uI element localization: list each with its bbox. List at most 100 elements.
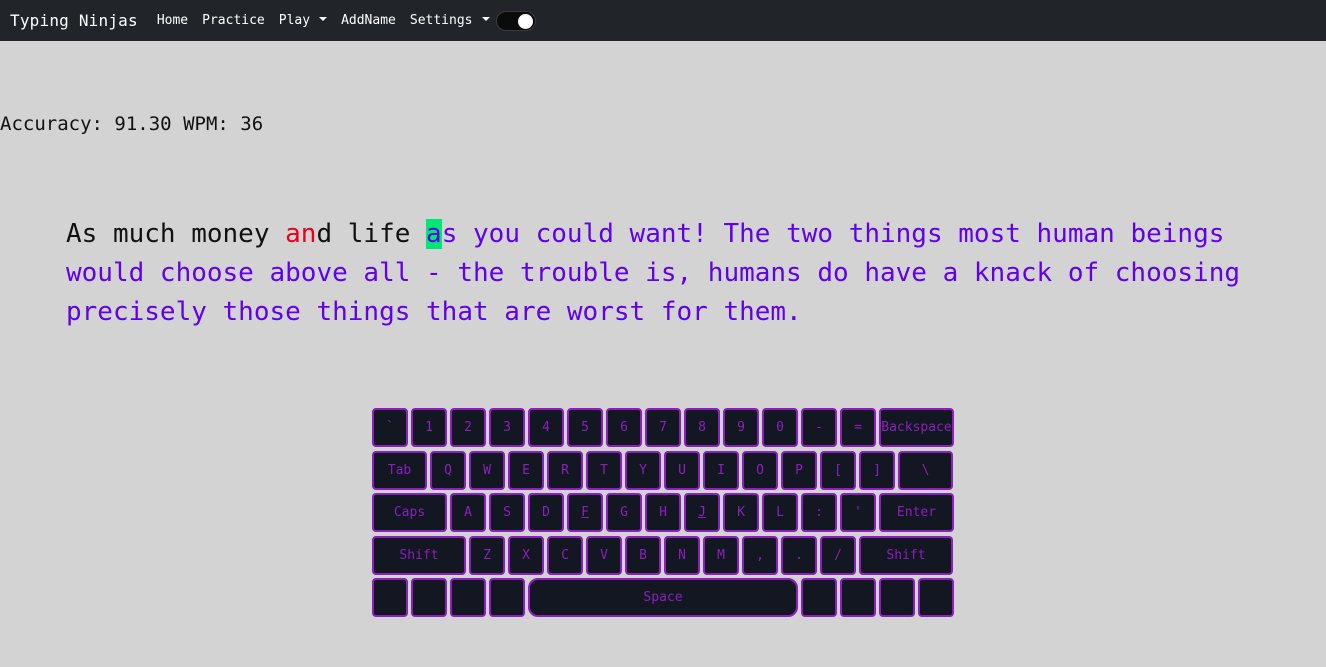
key-comma[interactable]: ,: [742, 535, 778, 575]
key-label: G: [620, 505, 628, 520]
key-left-bracket[interactable]: [: [820, 450, 856, 490]
key-label: F: [581, 505, 589, 520]
key-j[interactable]: J: [684, 493, 720, 532]
key-o[interactable]: O: [742, 450, 778, 490]
key-blank[interactable]: [918, 578, 954, 617]
typing-passage[interactable]: As much money and life as you could want…: [66, 215, 1266, 332]
key-period[interactable]: .: [781, 535, 817, 575]
key-s[interactable]: S: [489, 493, 525, 532]
key-blank[interactable]: [840, 578, 876, 617]
key-e[interactable]: E: [508, 450, 544, 490]
chevron-down-icon: [481, 16, 490, 21]
key-1[interactable]: 1: [411, 408, 447, 447]
key-w[interactable]: W: [469, 450, 505, 490]
key-v[interactable]: V: [586, 535, 622, 575]
key-p[interactable]: P: [781, 450, 817, 490]
key-label: N: [678, 547, 686, 563]
nav-settings-label: Settings: [409, 13, 473, 28]
key-label: S: [503, 505, 511, 520]
key-i[interactable]: I: [703, 450, 739, 490]
brand-logo[interactable]: Typing Ninjas: [10, 11, 138, 30]
key-8[interactable]: 8: [684, 408, 720, 447]
typed-text: As much money: [66, 219, 286, 249]
key-label: `: [386, 420, 394, 435]
key-c[interactable]: C: [547, 535, 583, 575]
key-d[interactable]: D: [528, 493, 564, 532]
key-label: Caps: [393, 505, 426, 520]
virtual-keyboard: ` 1 2 3 4 5 6 7 8 9 0- = Backspace Tab Q W E R T Y U I O P[] \ …: [372, 408, 954, 621]
key-slash[interactable]: /: [820, 535, 856, 575]
key-blank[interactable]: [450, 578, 486, 617]
key-u[interactable]: U: [664, 450, 700, 490]
key-minus[interactable]: -: [801, 408, 837, 447]
key-blank[interactable]: [879, 578, 915, 617]
key-a[interactable]: A: [450, 493, 486, 532]
nav-addname-link[interactable]: AddName: [341, 13, 396, 28]
keyboard-row-3: Caps A S D F G H J K L: ' Enter: [372, 493, 954, 532]
key-b[interactable]: B: [625, 535, 661, 575]
key-blank[interactable]: [489, 578, 525, 617]
key-x[interactable]: X: [508, 535, 544, 575]
wpm-value: 36: [240, 113, 264, 135]
keyboard-row-2: Tab Q W E R T Y U I O P [] \: [372, 450, 954, 490]
key-label: 5: [581, 420, 589, 435]
key-label: Shift: [399, 547, 439, 563]
nav-settings-dropdown[interactable]: Settings: [410, 13, 490, 28]
typed-text-continued: d life: [316, 219, 427, 249]
key-label: Y: [639, 462, 647, 478]
key-5[interactable]: 5: [567, 408, 603, 447]
key-space[interactable]: Space: [528, 578, 798, 617]
key-m[interactable]: M: [703, 535, 739, 575]
key-f[interactable]: F: [567, 493, 603, 532]
key-n[interactable]: N: [664, 535, 700, 575]
key-caps[interactable]: Caps: [372, 493, 447, 532]
key-z[interactable]: Z: [469, 535, 505, 575]
key-l[interactable]: L: [762, 493, 798, 532]
key-label: .: [795, 547, 803, 563]
nav-home-link[interactable]: Home: [157, 13, 188, 28]
key-shift[interactable]: Shift: [859, 535, 953, 575]
keyboard-row-4: Shift Z X C V B N M,. / Shift: [372, 535, 954, 575]
key-label: Z: [483, 547, 491, 563]
key-3[interactable]: 3: [489, 408, 525, 447]
key-4[interactable]: 4: [528, 408, 564, 447]
key-t[interactable]: T: [586, 450, 622, 490]
key-6[interactable]: 6: [606, 408, 642, 447]
key-0[interactable]: 0: [762, 408, 798, 447]
nav-practice-link[interactable]: Practice: [202, 13, 265, 28]
key-label: V: [600, 547, 608, 563]
theme-toggle[interactable]: [495, 10, 536, 31]
key-blank[interactable]: [411, 578, 447, 617]
key-h[interactable]: H: [645, 493, 681, 532]
key-label: [: [834, 462, 842, 478]
key-blank[interactable]: [801, 578, 837, 617]
key-backspace[interactable]: Backspace: [879, 408, 954, 447]
key-enter[interactable]: Enter: [879, 493, 954, 532]
accuracy-value: 91.30: [114, 113, 172, 135]
key-quote[interactable]: ': [840, 493, 876, 532]
keyboard-row-5: Space: [372, 578, 954, 617]
error-text: an: [285, 219, 317, 249]
key-label: 1: [425, 420, 433, 435]
key-label: 0: [776, 420, 784, 435]
key-tab[interactable]: Tab: [372, 450, 427, 490]
key-colon[interactable]: :: [801, 493, 837, 532]
key-g[interactable]: G: [606, 493, 642, 532]
key-shift[interactable]: Shift: [372, 535, 466, 575]
key-7[interactable]: 7: [645, 408, 681, 447]
key-y[interactable]: Y: [625, 450, 661, 490]
key-r[interactable]: R: [547, 450, 583, 490]
key-2[interactable]: 2: [450, 408, 486, 447]
key-equals[interactable]: =: [840, 408, 876, 447]
key-k[interactable]: K: [723, 493, 759, 532]
key-blank[interactable]: [372, 578, 408, 617]
key-q[interactable]: Q: [430, 450, 466, 490]
navbar: Typing Ninjas Home Practice Play AddName…: [0, 0, 1326, 41]
wpm-label: WPM:: [183, 113, 229, 135]
key-label: O: [756, 462, 764, 478]
key-right-bracket[interactable]: ]: [859, 450, 895, 490]
key-backtick[interactable]: `: [372, 408, 408, 447]
key-backslash[interactable]: \: [898, 450, 953, 490]
nav-play-dropdown[interactable]: Play: [279, 13, 328, 28]
key-9[interactable]: 9: [723, 408, 759, 447]
